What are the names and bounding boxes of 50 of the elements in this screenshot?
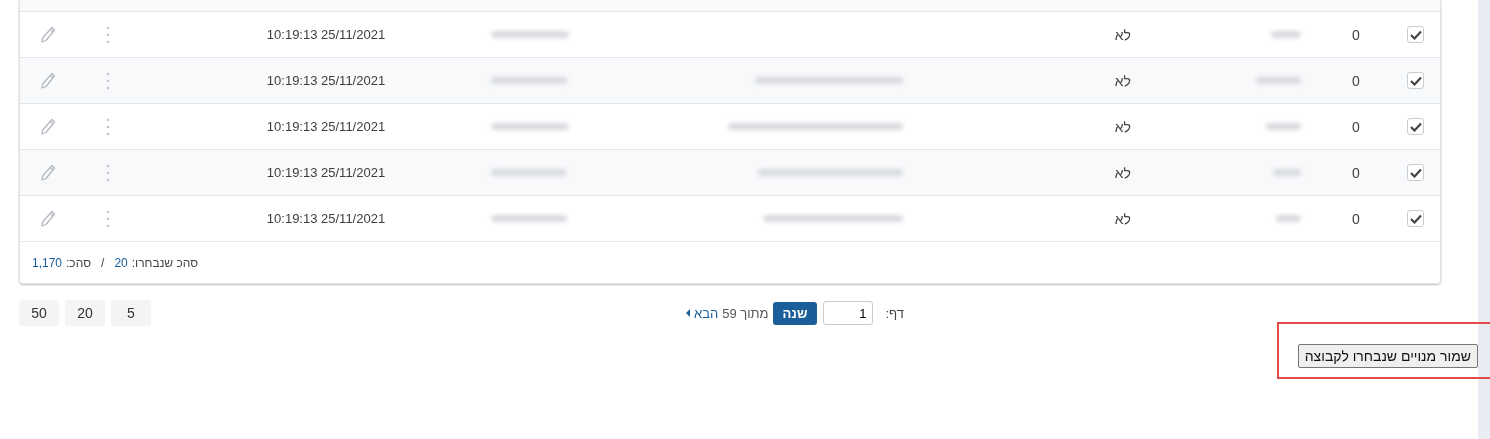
change-page-button[interactable]: שנה (772, 301, 818, 325)
date-time: 10:19:13 25/11/2021 (266, 119, 386, 134)
page-size-button[interactable]: 5 (111, 300, 151, 326)
pencil-icon[interactable] (40, 117, 56, 136)
row-checkbox[interactable] (1407, 72, 1424, 89)
row-checkbox[interactable] (1407, 164, 1424, 181)
count-value: 0 (1352, 26, 1360, 43)
blurred-text (1256, 77, 1301, 84)
blurred-text (1273, 169, 1301, 176)
row-checkbox[interactable] (1407, 26, 1424, 43)
flag-value: לא (1114, 118, 1131, 135)
more-options-icon[interactable] (105, 71, 110, 90)
pencil-icon[interactable] (40, 71, 56, 90)
page-input[interactable]: 1 (823, 301, 874, 325)
blurred-text (1276, 215, 1301, 222)
pencil-icon[interactable] (40, 163, 56, 182)
more-options-icon[interactable] (105, 117, 110, 136)
caret-icon (686, 309, 690, 317)
row-checkbox[interactable] (1407, 118, 1424, 135)
flag-value: לא (1114, 26, 1131, 43)
count-value: 0 (1352, 210, 1360, 227)
date-time: 10:19:13 25/11/2021 (266, 165, 386, 180)
page-label: דף: (885, 305, 904, 321)
next-link[interactable]: הבא (694, 305, 719, 321)
blurred-text (1271, 31, 1301, 38)
count-value: 0 (1352, 118, 1360, 135)
date-time: 10:19:13 25/11/2021 (266, 27, 386, 42)
flag-value: לא (1114, 72, 1131, 89)
flag-value: לא (1114, 210, 1131, 227)
count-value: 0 (1352, 164, 1360, 181)
separator: / (101, 255, 105, 270)
total-value: 1,170 (32, 255, 63, 270)
selected-total-value: 20 (114, 255, 128, 270)
row-checkbox[interactable] (1407, 210, 1424, 227)
pencil-icon[interactable] (40, 25, 56, 44)
total-label: סהכ: (66, 255, 92, 270)
page-size-button[interactable]: 20 (65, 300, 105, 326)
pencil-icon[interactable] (40, 209, 56, 228)
more-options-icon[interactable] (105, 209, 110, 228)
flag-value: לא (1114, 164, 1131, 181)
blurred-text (1266, 123, 1301, 130)
save-button[interactable]: שמור מנויים שנבחרו לקבוצה (1297, 344, 1478, 368)
date-time: 10:19:13 25/11/2021 (266, 73, 386, 88)
date-time: 10:19:13 25/11/2021 (266, 211, 386, 226)
page-size-button[interactable]: 50 (19, 300, 59, 326)
count-value: 0 (1352, 72, 1360, 89)
more-options-icon[interactable] (105, 25, 110, 44)
page-count: מתוך 59 (722, 305, 769, 321)
more-options-icon[interactable] (105, 163, 110, 182)
selected-total-label: סהכ שנבחרו: (131, 255, 199, 270)
